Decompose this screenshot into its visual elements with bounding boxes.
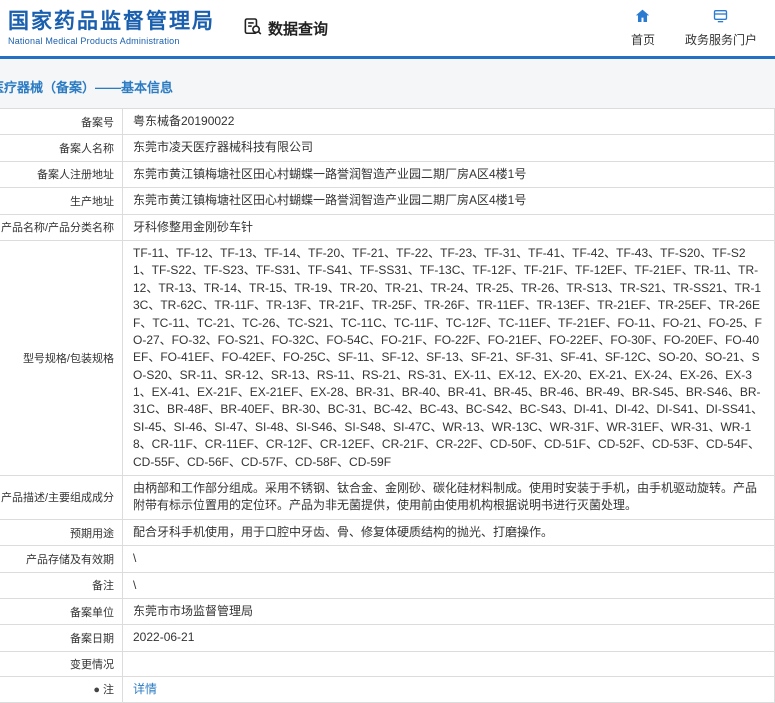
nav-data-query[interactable]: 数据查询 (243, 17, 328, 40)
row-label: 产品名称/产品分类名称 (0, 213, 123, 241)
row-label: 备案日期 (0, 624, 123, 652)
table-row: 备案号 粤东械备20190022 (0, 107, 775, 136)
data-query-icon (243, 17, 262, 40)
site-header: 国家药品监督管理局 National Medical Products Admi… (0, 0, 775, 56)
row-label: 备案号 (0, 107, 123, 136)
nav-portal-label: 政务服务门户 (684, 33, 757, 47)
table-row: 产品名称/产品分类名称 牙科修整用金刚砂车针 (0, 213, 775, 241)
row-label: 预期用途 (0, 518, 123, 547)
row-value: TF-11、TF-12、TF-13、TF-14、TF-20、TF-21、TF-2… (122, 239, 775, 477)
table-row: 型号规格/包装规格 TF-11、TF-12、TF-13、TF-14、TF-20、T… (0, 239, 775, 477)
row-label: 变更情况 (0, 650, 123, 677)
row-value: 详情 (122, 675, 775, 703)
home-icon (634, 8, 651, 27)
row-value: 东莞市黄江镇梅塘社区田心村蝴蝶一路誉润智造产业园二期厂房A区4楼1号 (122, 187, 775, 215)
row-value (122, 650, 775, 677)
row-label: 备案人名称 (0, 134, 123, 162)
nav-home[interactable]: 首页 (631, 8, 655, 48)
row-value: \ (122, 571, 775, 599)
row-value: 东莞市市场监督管理局 (122, 597, 775, 626)
header-nav: 首页 政务服务门户 (631, 8, 765, 48)
detail-link[interactable]: 详情 (133, 682, 157, 696)
table-row: 备注 \ (0, 571, 775, 599)
row-label: 产品存储及有效期 (0, 545, 123, 573)
row-label: 生产地址 (0, 187, 123, 215)
table-row: 产品描述/主要组成成分 由柄部和工作部分组成。采用不锈钢、钛合金、金刚砂、碳化硅材… (0, 475, 775, 520)
table-row: ● 注详情 (0, 675, 775, 703)
table-row: 变更情况 (0, 650, 775, 677)
table-row: 备案人注册地址 东莞市黄江镇梅塘社区田心村蝴蝶一路誉润智造产业园二期厂房A区4楼1… (0, 160, 775, 189)
row-label: 型号规格/包装规格 (0, 239, 123, 477)
row-label: 备注 (0, 571, 123, 599)
portal-icon (712, 8, 729, 27)
row-label: ● 注 (0, 675, 123, 703)
org-name-en: National Medical Products Administration (8, 35, 180, 46)
info-table: 备案号 粤东械备20190022 备案人名称 东莞市凌天医疗器械科技有限公司 备案人注册… (0, 107, 775, 703)
table-row: 生产地址 东莞市黄江镇梅塘社区田心村蝴蝶一路誉润智造产业园二期厂房A区4楼1号 (0, 187, 775, 215)
row-value: 东莞市凌天医疗器械科技有限公司 (122, 134, 775, 162)
note-icon: ● (93, 684, 100, 697)
page-title: 医疗器械（备案）——基本信息 (0, 80, 174, 95)
org-name-cn: 国家药品监督管理局 (8, 10, 215, 34)
row-value: 粤东械备20190022 (122, 107, 775, 136)
row-value: \ (122, 545, 775, 573)
table-row: 备案日期 2022-06-21 (0, 624, 775, 652)
row-value: 配合牙科手机使用，用于口腔中牙齿、骨、修复体硬质结构的抛光、打磨操作。 (122, 518, 775, 547)
nav-portal[interactable]: 政务服务门户 (685, 8, 757, 48)
row-label: 备案单位 (0, 597, 123, 626)
row-label: 产品描述/主要组成成分 (0, 475, 123, 520)
nav-home-label: 首页 (630, 33, 655, 47)
row-value: 牙科修整用金刚砂车针 (122, 213, 775, 241)
row-value: 东莞市黄江镇梅塘社区田心村蝴蝶一路誉润智造产业园二期厂房A区4楼1号 (122, 160, 775, 189)
table-row: 备案人名称 东莞市凌天医疗器械科技有限公司 (0, 134, 775, 162)
table-row: 产品存储及有效期 \ (0, 545, 775, 573)
table-row: 备案单位 东莞市市场监督管理局 (0, 597, 775, 626)
row-value: 2022-06-21 (122, 624, 775, 652)
row-label: 备案人注册地址 (0, 160, 123, 189)
nmpa-logo[interactable]: 国家药品监督管理局 National Medical Products Admi… (8, 10, 215, 45)
table-row: 预期用途 配合牙科手机使用，用于口腔中牙齿、骨、修复体硬质结构的抛光、打磨操作。 (0, 518, 775, 547)
row-value: 由柄部和工作部分组成。采用不锈钢、钛合金、金刚砂、碳化硅材料制成。使用时安装于手… (122, 475, 775, 520)
main-content: 医疗器械（备案）——基本信息 备案号 粤东械备20190022 备案人名称 东莞市凌天… (0, 59, 775, 703)
data-query-label: 数据查询 (268, 20, 329, 38)
